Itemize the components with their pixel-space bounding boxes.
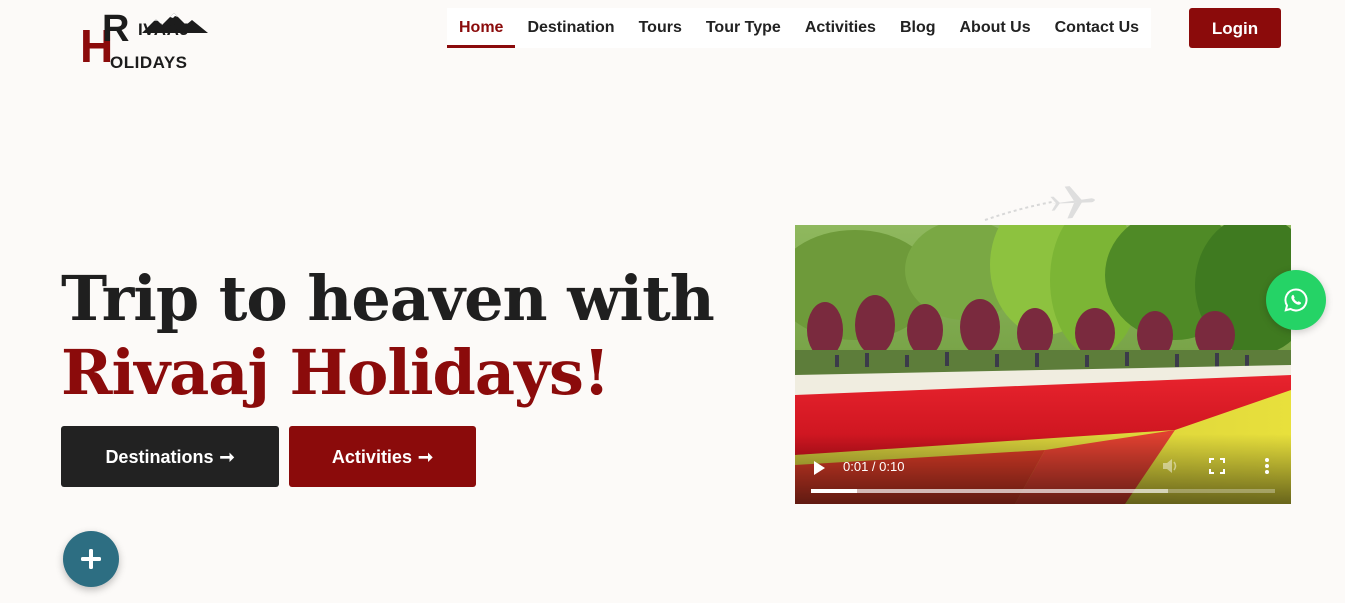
site-logo[interactable]: H R IVAAJ OLIDAYS bbox=[80, 8, 210, 73]
video-buffered-bar bbox=[811, 489, 1169, 493]
nav-item-about-us[interactable]: About Us bbox=[948, 8, 1043, 48]
video-progress-fill bbox=[811, 489, 858, 493]
arrow-right-icon: ➞ bbox=[417, 446, 434, 467]
logo-word-bottom: OLIDAYS bbox=[110, 53, 188, 72]
nav-item-tours[interactable]: Tours bbox=[627, 8, 694, 48]
floating-add-button[interactable] bbox=[63, 531, 119, 587]
activities-button-label: Activities bbox=[331, 446, 412, 467]
video-time: 0:01 / 0:10 bbox=[843, 459, 905, 474]
nav-item-blog[interactable]: Blog bbox=[888, 8, 948, 48]
activities-button[interactable]: Activities ➞ bbox=[289, 426, 476, 487]
fullscreen-icon[interactable] bbox=[1209, 458, 1225, 474]
video-progress-bar[interactable] bbox=[811, 489, 1275, 493]
login-button[interactable]: Login bbox=[1189, 8, 1281, 48]
hero-title: Trip to heaven with Rivaaj Holidays! bbox=[61, 262, 761, 410]
airplane-icon bbox=[984, 186, 1095, 221]
logo-letter-r: R bbox=[102, 8, 130, 50]
nav-item-destination[interactable]: Destination bbox=[515, 8, 626, 48]
main-nav: Home Destination Tours Tour Type Activit… bbox=[447, 8, 1152, 48]
volume-icon[interactable] bbox=[1161, 456, 1181, 476]
logo-word-top: IVAAJ bbox=[138, 20, 190, 39]
destinations-button[interactable]: Destinations ➞ bbox=[61, 426, 279, 487]
video-controls: 0:01 / 0:10 bbox=[795, 434, 1291, 504]
nav-item-home[interactable]: Home bbox=[447, 8, 516, 48]
whatsapp-button[interactable] bbox=[1266, 270, 1326, 330]
hero-title-line1: Trip to heaven with bbox=[61, 262, 715, 335]
hero-video[interactable]: 0:01 / 0:10 bbox=[795, 225, 1291, 504]
destinations-button-label: Destinations bbox=[105, 446, 214, 467]
plus-icon bbox=[81, 549, 101, 569]
hero-title-line2: Rivaaj Holidays! bbox=[61, 336, 610, 409]
arrow-right-icon: ➞ bbox=[219, 446, 235, 467]
more-vertical-icon[interactable] bbox=[1261, 456, 1273, 476]
nav-item-tour-type[interactable]: Tour Type bbox=[694, 8, 793, 48]
nav-item-activities[interactable]: Activities bbox=[793, 8, 888, 48]
whatsapp-icon bbox=[1284, 288, 1308, 312]
nav-item-contact-us[interactable]: Contact Us bbox=[1043, 8, 1151, 48]
play-icon[interactable] bbox=[811, 460, 827, 476]
